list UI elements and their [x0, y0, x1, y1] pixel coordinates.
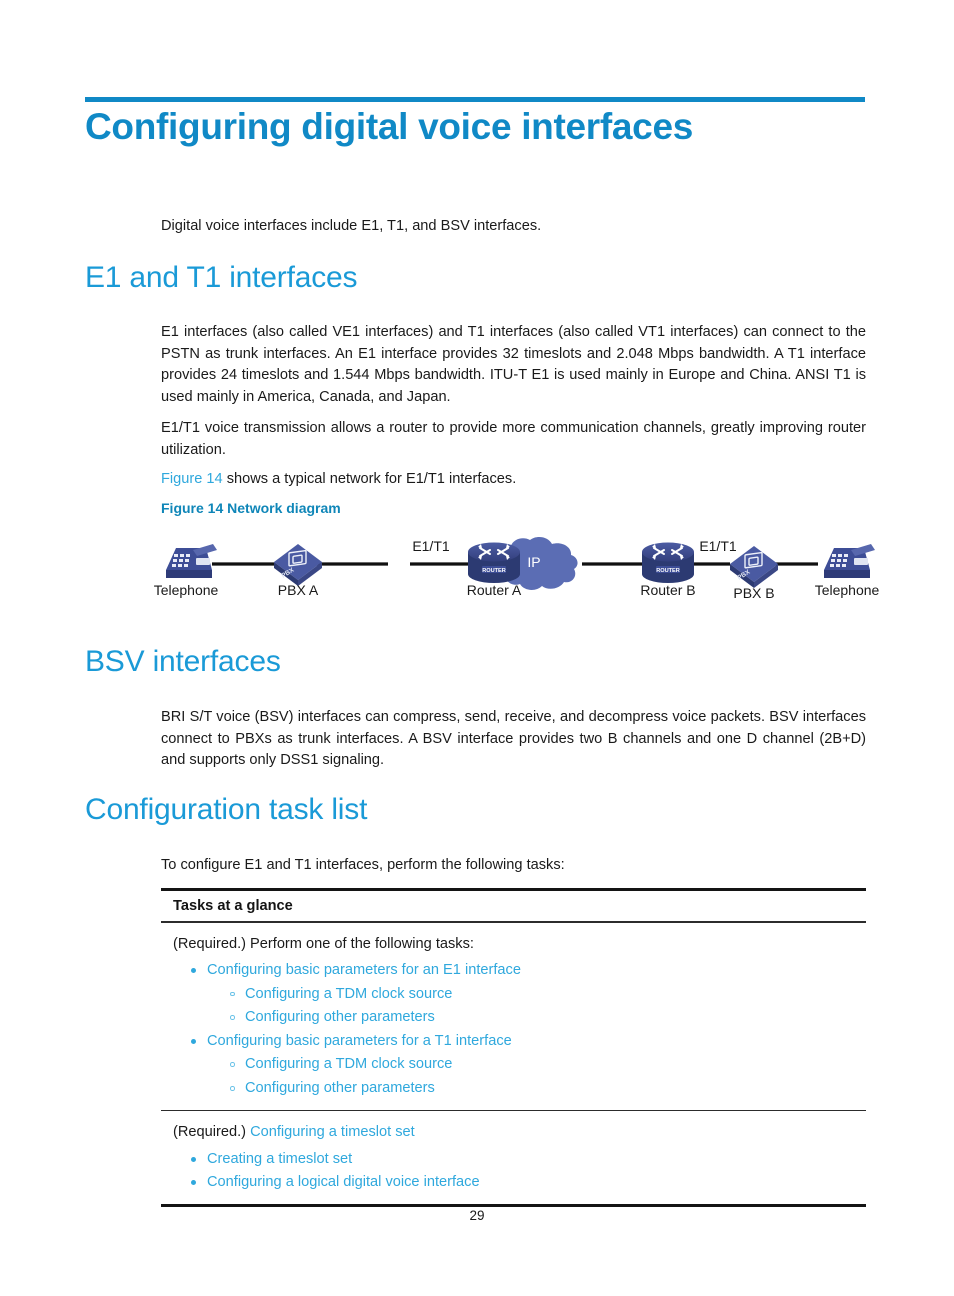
section-heading-bsv: BSV interfaces — [85, 645, 281, 678]
table-bottom-border — [161, 1203, 866, 1207]
task-group-1-list: Configuring basic parameters for an E1 i… — [173, 959, 866, 1100]
node-label-router-b: Router B — [640, 582, 695, 598]
telephone-icon — [166, 544, 217, 578]
e1-t1-paragraph-2: E1/T1 voice transmission allows a router… — [161, 420, 866, 458]
list-item: Configuring a TDM clock source — [229, 983, 866, 1006]
node-label-telephone-left: Telephone — [154, 582, 219, 598]
tasks-at-a-glance-table: Tasks at a glance (Required.) Perform on… — [161, 888, 866, 1207]
table-row: (Required.) Perform one of the following… — [161, 923, 866, 1110]
e1-t1-figure-xref-paragraph: Figure 14 shows a typical network for E1… — [161, 469, 866, 491]
task-group-2-lead-prefix: (Required.) — [173, 1124, 251, 1141]
node-label-router-a: Router A — [467, 582, 522, 598]
section-heading-configuration-task-list: Configuration task list — [85, 793, 368, 826]
list-item: Configuring other parameters — [229, 1006, 866, 1029]
e1-t1-paragraph-1: E1 interfaces (also called VE1 interface… — [161, 324, 866, 405]
table-header-cell: Tasks at a glance — [173, 898, 293, 914]
list-item: Configuring basic parameters for a T1 in… — [191, 1030, 866, 1100]
task-link-e1-tdm-clock-source[interactable]: Configuring a TDM clock source — [245, 986, 452, 1002]
task-link-configuring-a-timeslot-set[interactable]: Configuring a timeslot set — [250, 1124, 415, 1140]
task-link-t1-basic-parameters[interactable]: Configuring basic parameters for a T1 in… — [207, 1033, 512, 1049]
figure-xref-rest-text: shows a typical network for E1/T1 interf… — [222, 471, 517, 487]
figure-caption: Figure 14 Network diagram — [161, 500, 341, 516]
task-link-t1-tdm-clock-source[interactable]: Configuring a TDM clock source — [245, 1056, 452, 1072]
node-label-pbx-a: PBX A — [278, 582, 319, 598]
task-group-2-list: Creating a timeslot set Configuring a lo… — [173, 1148, 866, 1194]
list-item: Configuring a logical digital voice inte… — [191, 1171, 866, 1194]
network-diagram: IP Telephone PBX PBX A E1/T1 ROUTER Rout… — [150, 522, 890, 602]
task-group-2-lead: (Required.) Configuring a timeslot set — [173, 1122, 866, 1142]
list-item: Configuring basic parameters for an E1 i… — [191, 959, 866, 1029]
table-row: (Required.) Configuring a timeslot set C… — [161, 1111, 866, 1204]
cloud-label: IP — [527, 554, 540, 570]
figure-14-link[interactable]: Figure 14 — [161, 471, 223, 487]
list-item: Creating a timeslot set — [191, 1148, 866, 1171]
task-link-e1-other-parameters[interactable]: Configuring other parameters — [245, 1009, 435, 1025]
task-group-1-lead: (Required.) Perform one of the following… — [173, 935, 474, 952]
link-label-right: E1/T1 — [699, 538, 737, 554]
document-page: Configuring digital voice interfaces Dig… — [0, 0, 954, 1296]
chapter-intro-paragraph: Digital voice interfaces include E1, T1,… — [161, 218, 542, 234]
tasklist-intro-paragraph: To configure E1 and T1 interfaces, perfo… — [161, 857, 565, 873]
page-number: 29 — [469, 1208, 485, 1223]
router-badge-b: ROUTER — [656, 568, 680, 574]
task-link-logical-digital-voice-interface[interactable]: Configuring a logical digital voice inte… — [207, 1174, 480, 1190]
task-link-e1-basic-parameters[interactable]: Configuring basic parameters for an E1 i… — [207, 962, 521, 978]
task-link-t1-other-parameters[interactable]: Configuring other parameters — [245, 1080, 435, 1096]
pbx-icon: PBX — [274, 544, 322, 586]
task-sublist-e1: Configuring a TDM clock source Configuri… — [207, 983, 866, 1029]
node-label-pbx-b: PBX B — [733, 585, 774, 601]
task-link-creating-a-timeslot-set[interactable]: Creating a timeslot set — [207, 1151, 352, 1167]
router-badge-a: ROUTER — [482, 568, 506, 574]
section-heading-e1-t1: E1 and T1 interfaces — [85, 261, 358, 294]
chapter-top-rule — [85, 97, 865, 102]
bsv-paragraph-1: BRI S/T voice (BSV) interfaces can compr… — [161, 709, 866, 769]
router-icon: ROUTER — [642, 542, 694, 583]
list-item: Configuring a TDM clock source — [229, 1053, 866, 1076]
router-icon: ROUTER — [468, 542, 520, 583]
task-sublist-t1: Configuring a TDM clock source Configuri… — [207, 1053, 866, 1099]
telephone-icon — [824, 544, 875, 578]
node-label-telephone-right: Telephone — [815, 582, 880, 598]
link-label-left: E1/T1 — [412, 538, 450, 554]
list-item: Configuring other parameters — [229, 1077, 866, 1100]
page-title: Configuring digital voice interfaces — [85, 106, 694, 147]
pbx-icon: PBX — [730, 546, 778, 588]
